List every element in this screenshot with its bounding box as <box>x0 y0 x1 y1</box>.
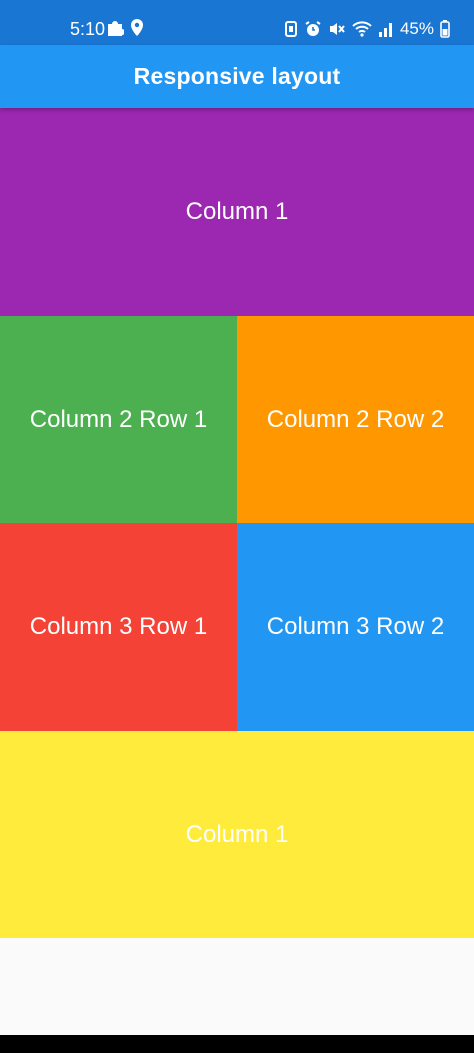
mute-icon <box>328 20 346 38</box>
column-1-top-label: Column 1 <box>185 198 289 225</box>
signal-icon <box>378 20 394 38</box>
status-bar: 5:10 45% <box>0 0 474 45</box>
column-2-row-2-label: Column 2 Row 2 <box>266 405 445 433</box>
column-3-row-1-label: Column 3 Row 1 <box>29 613 208 640</box>
column-1-top-block: Column 1 <box>0 108 474 316</box>
puzzle-icon <box>106 18 124 38</box>
column-2-row-1-block: Column 2 Row 1 <box>0 316 237 523</box>
column-1-bottom-label: Column 1 <box>185 820 289 848</box>
status-right-icons: 45% <box>284 18 450 40</box>
location-pin-icon <box>130 18 144 38</box>
column-3-row-1-block: Column 3 Row 1 <box>0 523 237 731</box>
column-3-row-2-block: Column 3 Row 2 <box>237 523 474 731</box>
alarm-icon <box>304 20 322 38</box>
status-time: 5:10 <box>70 19 106 39</box>
navigation-bar <box>0 1035 474 1053</box>
app-bar: Responsive layout <box>0 45 474 108</box>
wifi-icon <box>352 20 372 38</box>
page-title: Responsive layout <box>133 63 341 89</box>
battery-icon <box>440 20 450 38</box>
column-2-row-2-block: Column 2 Row 2 <box>237 316 474 523</box>
column-2-row-1-label: Column 2 Row 1 <box>29 405 208 433</box>
nfc-icon <box>284 20 298 38</box>
column-3-row-2-label: Column 3 Row 2 <box>266 613 445 640</box>
battery-percent: 45% <box>399 19 434 38</box>
status-left-icons <box>106 18 144 38</box>
column-1-bottom-block: Column 1 <box>0 731 474 938</box>
